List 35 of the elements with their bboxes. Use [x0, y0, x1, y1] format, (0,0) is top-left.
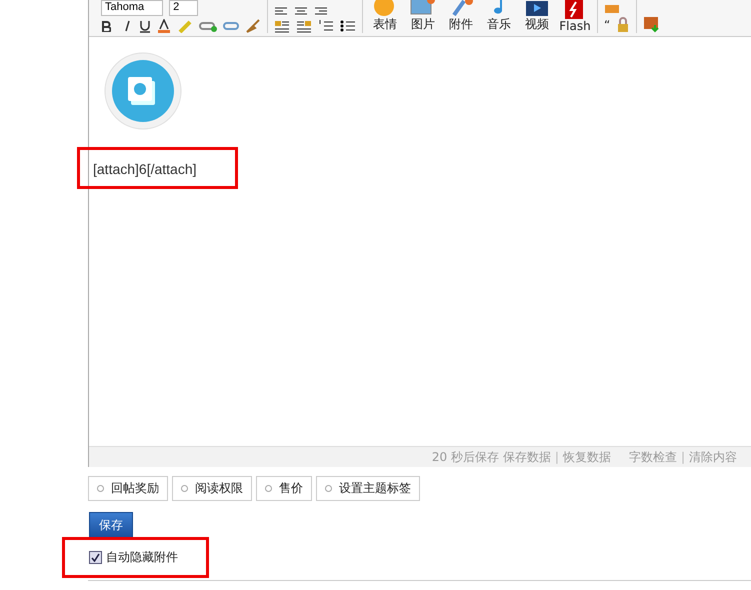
align-right-icon[interactable]: [314, 6, 328, 16]
image-icon: [410, 0, 436, 16]
video-icon: [524, 0, 550, 16]
option-button[interactable]: 设置主题标签: [316, 476, 420, 501]
bullet-list-icon[interactable]: [340, 19, 356, 33]
lock-icon[interactable]: [616, 17, 630, 33]
media-button[interactable]: Flash: [559, 0, 591, 33]
media-button[interactable]: 视频: [521, 0, 553, 33]
option-button[interactable]: 售价: [256, 476, 312, 501]
option-button[interactable]: 阅读权限: [172, 476, 252, 501]
media-button[interactable]: 附件: [445, 0, 477, 33]
option-button[interactable]: 回帖奖励: [88, 476, 168, 501]
media-button[interactable]: 表情: [369, 0, 401, 33]
checkbox-label: 自动隐藏附件: [106, 549, 178, 566]
float-left-icon[interactable]: [274, 19, 290, 33]
size-select[interactable]: 2: [169, 0, 198, 16]
align-center-icon[interactable]: [294, 6, 308, 16]
float-right-icon[interactable]: [296, 19, 312, 33]
brush-icon[interactable]: [245, 19, 261, 33]
media-button[interactable]: 图片: [407, 0, 439, 33]
text-color-icon[interactable]: [157, 19, 171, 33]
align-left-icon[interactable]: [274, 6, 288, 16]
separator: |: [680, 450, 685, 464]
separator: |: [554, 450, 559, 464]
underline-icon[interactable]: [139, 20, 151, 32]
font-select[interactable]: Tahoma: [101, 0, 164, 16]
image-placeholder-icon: [103, 51, 183, 131]
quote-button[interactable]: “: [604, 18, 610, 32]
link-icon[interactable]: [199, 20, 217, 32]
checkbox[interactable]: [89, 551, 102, 564]
download-image-icon[interactable]: [643, 15, 662, 33]
attachment-code: [attach]6[/attach]: [93, 161, 197, 177]
autosave-text: 20 秒后保存: [432, 448, 499, 466]
media-button[interactable]: 音乐: [483, 0, 515, 33]
save-button[interactable]: 保存: [89, 512, 133, 539]
